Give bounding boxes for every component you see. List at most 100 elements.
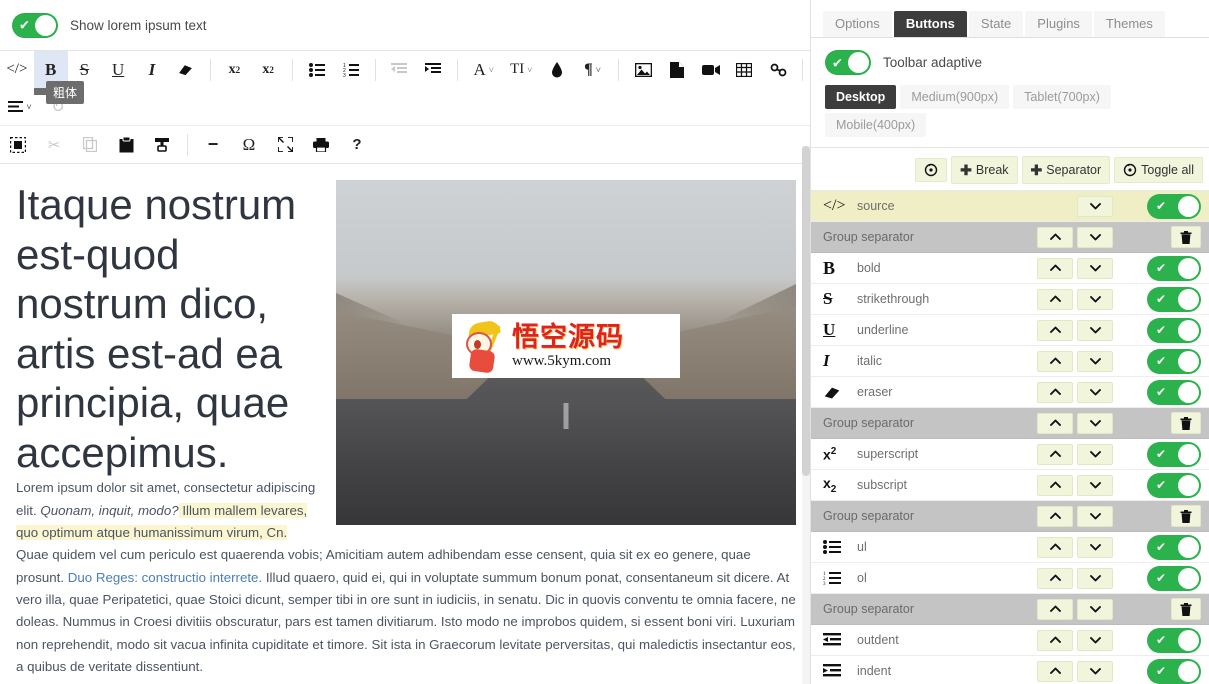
move-down-button[interactable] xyxy=(1077,351,1113,372)
delete-separator-button[interactable] xyxy=(1171,412,1201,434)
enable-eraser-toggle[interactable]: ✔ xyxy=(1147,380,1201,405)
enable-subscript-toggle[interactable]: ✔ xyxy=(1147,473,1201,498)
toolbar-link-icon[interactable] xyxy=(761,51,795,88)
enable-superscript-toggle[interactable]: ✔ xyxy=(1147,442,1201,467)
enable-indent-toggle[interactable]: ✔ xyxy=(1147,659,1201,684)
show-lorem-toggle[interactable]: ✔ xyxy=(12,13,58,38)
move-down-button[interactable] xyxy=(1077,475,1113,496)
button-row-ul[interactable]: ul✔ xyxy=(811,532,1209,563)
move-down-button[interactable] xyxy=(1077,444,1113,465)
move-up-button[interactable] xyxy=(1037,568,1073,589)
button-row-underline[interactable]: Uunderline✔ xyxy=(811,315,1209,346)
move-up-button[interactable] xyxy=(1037,320,1073,341)
tab-state[interactable]: State xyxy=(969,11,1023,37)
button-row-superscript[interactable]: x2superscript✔ xyxy=(811,439,1209,470)
breakpoint-tablet[interactable]: Tablet(700px) xyxy=(1013,85,1111,109)
group-separator-row[interactable]: Group separator xyxy=(811,222,1209,253)
toolbar-image-icon[interactable] xyxy=(626,51,660,88)
move-down-button[interactable] xyxy=(1077,289,1113,310)
enable-ol-toggle[interactable]: ✔ xyxy=(1147,566,1201,591)
toolbar-paste-icon[interactable] xyxy=(108,126,144,163)
breakpoint-desktop[interactable]: Desktop xyxy=(825,85,896,109)
move-up-button[interactable] xyxy=(1037,258,1073,279)
toolbar-fullsize-icon[interactable] xyxy=(267,126,303,163)
enable-source-toggle[interactable]: ✔ xyxy=(1147,194,1201,219)
toolbar-file-icon[interactable] xyxy=(660,51,694,88)
tab-buttons[interactable]: Buttons xyxy=(894,11,967,37)
move-down-button[interactable] xyxy=(1077,661,1113,682)
enable-ul-toggle[interactable]: ✔ xyxy=(1147,535,1201,560)
group-separator-row[interactable]: Group separator xyxy=(811,501,1209,532)
toggle-all-button[interactable]: Toggle all xyxy=(1114,157,1203,183)
toolbar-outdent-icon[interactable] xyxy=(382,51,416,88)
toolbar-indent-icon[interactable] xyxy=(416,51,450,88)
toolbar-align-dropdown[interactable]: ˅ xyxy=(0,88,40,125)
toolbar-table-icon[interactable] xyxy=(727,51,761,88)
move-down-button[interactable] xyxy=(1077,506,1113,527)
move-down-button[interactable] xyxy=(1077,227,1113,248)
enable-underline-toggle[interactable]: ✔ xyxy=(1147,318,1201,343)
toolbar-source-icon[interactable]: </> xyxy=(0,51,34,88)
move-down-button[interactable] xyxy=(1077,537,1113,558)
move-up-button[interactable] xyxy=(1037,599,1073,620)
enable-bold-toggle[interactable]: ✔ xyxy=(1147,256,1201,281)
toolbar-superscript-button[interactable]: x2 xyxy=(218,51,252,88)
move-up-button[interactable] xyxy=(1037,475,1073,496)
toolbar-format-brush-icon[interactable] xyxy=(144,126,180,163)
toolbar-adaptive-toggle[interactable]: ✔ xyxy=(825,50,871,75)
toolbar-copy-icon[interactable] xyxy=(72,126,108,163)
move-down-button[interactable] xyxy=(1077,599,1113,620)
toolbar-paragraph-dropdown[interactable]: ¶˅ xyxy=(574,51,612,88)
enable-italic-toggle[interactable]: ✔ xyxy=(1147,349,1201,374)
move-down-button[interactable] xyxy=(1077,630,1113,651)
button-row-ol[interactable]: 123ol✔ xyxy=(811,563,1209,594)
move-down-button[interactable] xyxy=(1077,382,1113,403)
toolbar-symbol-icon[interactable]: Ω xyxy=(231,126,267,163)
breakpoint-medium[interactable]: Medium(900px) xyxy=(900,85,1009,109)
add-break-button[interactable]: ✚ Break xyxy=(951,156,1017,184)
delete-separator-button[interactable] xyxy=(1171,226,1201,248)
move-up-button[interactable] xyxy=(1037,413,1073,434)
move-up-button[interactable] xyxy=(1037,661,1073,682)
toolbar-hr-icon[interactable]: − xyxy=(195,126,231,163)
tab-themes[interactable]: Themes xyxy=(1094,11,1165,37)
move-up-button[interactable] xyxy=(1037,289,1073,310)
move-down-button[interactable] xyxy=(1077,320,1113,341)
group-separator-row[interactable]: Group separator xyxy=(811,594,1209,625)
move-down-button[interactable] xyxy=(1077,413,1113,434)
button-row-strikethrough[interactable]: Sstrikethrough✔ xyxy=(811,284,1209,315)
move-up-button[interactable] xyxy=(1037,506,1073,527)
move-up-button[interactable] xyxy=(1037,444,1073,465)
enable-strikethrough-toggle[interactable]: ✔ xyxy=(1147,287,1201,312)
button-row-italic[interactable]: Iitalic✔ xyxy=(811,346,1209,377)
move-up-button[interactable] xyxy=(1037,227,1073,248)
toolbar-subscript-button[interactable]: x2 xyxy=(251,51,285,88)
editor-scrollbar-thumb[interactable] xyxy=(802,146,810,476)
move-down-button[interactable] xyxy=(1077,258,1113,279)
move-down-button[interactable] xyxy=(1077,196,1113,217)
toolbar-about-icon[interactable]: ? xyxy=(339,126,375,163)
move-down-button[interactable] xyxy=(1077,568,1113,589)
button-row-eraser[interactable]: eraser✔ xyxy=(811,377,1209,408)
add-separator-button[interactable]: ✚ Separator xyxy=(1022,156,1111,184)
toolbar-italic-button[interactable]: I xyxy=(135,51,169,88)
button-row-subscript[interactable]: x2subscript✔ xyxy=(811,470,1209,501)
toolbar-selectall-icon[interactable] xyxy=(0,126,36,163)
editor-content[interactable]: 悟空源码 www.5kym.com Itaque nostrum est-quo… xyxy=(0,164,810,684)
toolbar-ul-icon[interactable] xyxy=(300,51,334,88)
move-up-button[interactable] xyxy=(1037,351,1073,372)
reset-button[interactable] xyxy=(915,158,947,182)
button-row-source[interactable]: </>source✔ xyxy=(811,191,1209,222)
toolbar-color-icon[interactable] xyxy=(540,51,574,88)
delete-separator-button[interactable] xyxy=(1171,505,1201,527)
delete-separator-button[interactable] xyxy=(1171,598,1201,620)
editor-image[interactable]: 悟空源码 www.5kym.com xyxy=(336,180,796,525)
toolbar-video-icon[interactable] xyxy=(694,51,728,88)
button-row-outdent[interactable]: outdent✔ xyxy=(811,625,1209,656)
editor-scrollbar[interactable] xyxy=(802,146,810,684)
para-link[interactable]: Duo Reges: constructio interrete. xyxy=(68,570,262,585)
button-row-bold[interactable]: Bbold✔ xyxy=(811,253,1209,284)
toolbar-fontsize-dropdown[interactable]: TI˅ xyxy=(502,51,540,88)
toolbar-cut-icon[interactable]: ✂ xyxy=(36,126,72,163)
tab-options[interactable]: Options xyxy=(823,11,892,37)
